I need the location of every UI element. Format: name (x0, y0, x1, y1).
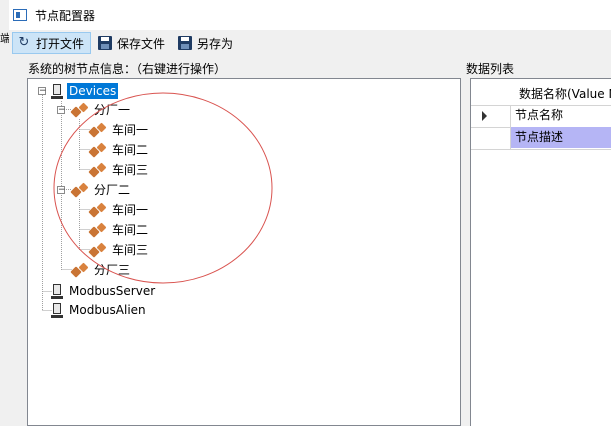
save-file-button[interactable]: 保存文件 (94, 32, 171, 54)
node-tree[interactable]: − − − Devices 分厂一 车间一 车间二 车间三 分厂二 车间一 车间… (27, 78, 461, 426)
save-icon (98, 36, 113, 50)
tree-node-label: ModbusServer (69, 284, 156, 298)
tree-node-label: 车间二 (112, 223, 149, 237)
column-header-value-name: 数据名称(Value Na (519, 87, 611, 101)
table-cell[interactable]: 节点名称 (511, 105, 611, 126)
tree-node-label: 车间三 (112, 163, 149, 177)
tree-node-label: 分厂二 (94, 183, 131, 197)
toolbar: ↻ 打开文件 保存文件 另存为 (9, 30, 611, 56)
grid-column-header[interactable]: 数据名称(Value Na (471, 79, 611, 106)
device-server-icon (51, 302, 63, 318)
node-diamond-icon (72, 103, 89, 117)
tree-node-label: 车间一 (112, 203, 149, 217)
factory2-collapse-toggle[interactable]: − (57, 186, 66, 195)
node-diamond-icon (90, 223, 107, 237)
table-cell[interactable]: 节点描述 (511, 127, 611, 148)
open-file-icon: ↻ (18, 35, 30, 50)
app-icon (13, 9, 27, 21)
tree-node-label: 车间二 (112, 143, 149, 157)
node-configurator-window: 节点配置器 ↻ 打开文件 保存文件 另存为 系统的树节点信息：（右键进行操作） … (9, 0, 611, 426)
tree-node-f2-workshop1[interactable]: 车间一 (90, 201, 150, 219)
tree-panel-label: 系统的树节点信息：（右键进行操作） (28, 62, 227, 76)
open-file-button[interactable]: ↻ 打开文件 (12, 32, 92, 54)
tree-node-label: 分厂一 (94, 103, 131, 117)
save-as-button[interactable]: 另存为 (174, 32, 239, 54)
tree-node-label: ModbusAlien (69, 303, 146, 317)
tree-node-f1-workshop1[interactable]: 车间一 (90, 121, 150, 139)
devices-collapse-toggle[interactable]: − (38, 87, 47, 96)
node-diamond-icon (90, 243, 107, 257)
tree-node-label: 分厂三 (94, 263, 131, 277)
tree-node-modbus-server[interactable]: ModbusServer (51, 282, 157, 300)
save-as-icon (178, 36, 193, 50)
table-row[interactable]: 节点描述 (471, 127, 611, 150)
tree-node-f1-workshop2[interactable]: 车间二 (90, 141, 150, 159)
node-diamond-icon (90, 123, 107, 137)
tree-node-label: 车间三 (112, 243, 149, 257)
title-bar: 节点配置器 (9, 0, 611, 30)
tree-node-f2-workshop2[interactable]: 车间二 (90, 221, 150, 239)
device-server-icon (51, 283, 63, 299)
tree-node-factory2[interactable]: 分厂二 (72, 181, 132, 199)
factory1-collapse-toggle[interactable]: − (57, 106, 66, 115)
tree-node-label: Devices (67, 83, 119, 99)
tree-node-label: 车间一 (112, 123, 149, 137)
tree-node-factory1[interactable]: 分厂一 (72, 101, 132, 119)
tree-node-factory3[interactable]: 分厂三 (72, 261, 132, 279)
data-grid[interactable]: 数据名称(Value Na 节点名称 节点描述 (470, 78, 611, 426)
window-title: 节点配置器 (35, 8, 96, 23)
open-file-label: 打开文件 (36, 36, 85, 51)
tree-node-f2-workshop3[interactable]: 车间三 (90, 241, 150, 259)
node-diamond-icon (90, 163, 107, 177)
tree-node-f1-workshop3[interactable]: 车间三 (90, 161, 150, 179)
grid-panel-label: 数据列表 (466, 62, 515, 76)
tree-node-devices[interactable]: Devices (51, 82, 119, 100)
node-diamond-icon (72, 183, 89, 197)
save-as-label: 另存为 (197, 36, 234, 51)
current-row-arrow-icon (482, 111, 487, 121)
save-file-label: 保存文件 (117, 36, 166, 51)
table-row[interactable]: 节点名称 (471, 105, 611, 128)
node-diamond-icon (90, 203, 107, 217)
tree-node-modbus-alien[interactable]: ModbusAlien (51, 301, 148, 319)
node-diamond-icon (90, 143, 107, 157)
device-server-icon (51, 83, 63, 99)
node-diamond-icon (72, 263, 89, 277)
